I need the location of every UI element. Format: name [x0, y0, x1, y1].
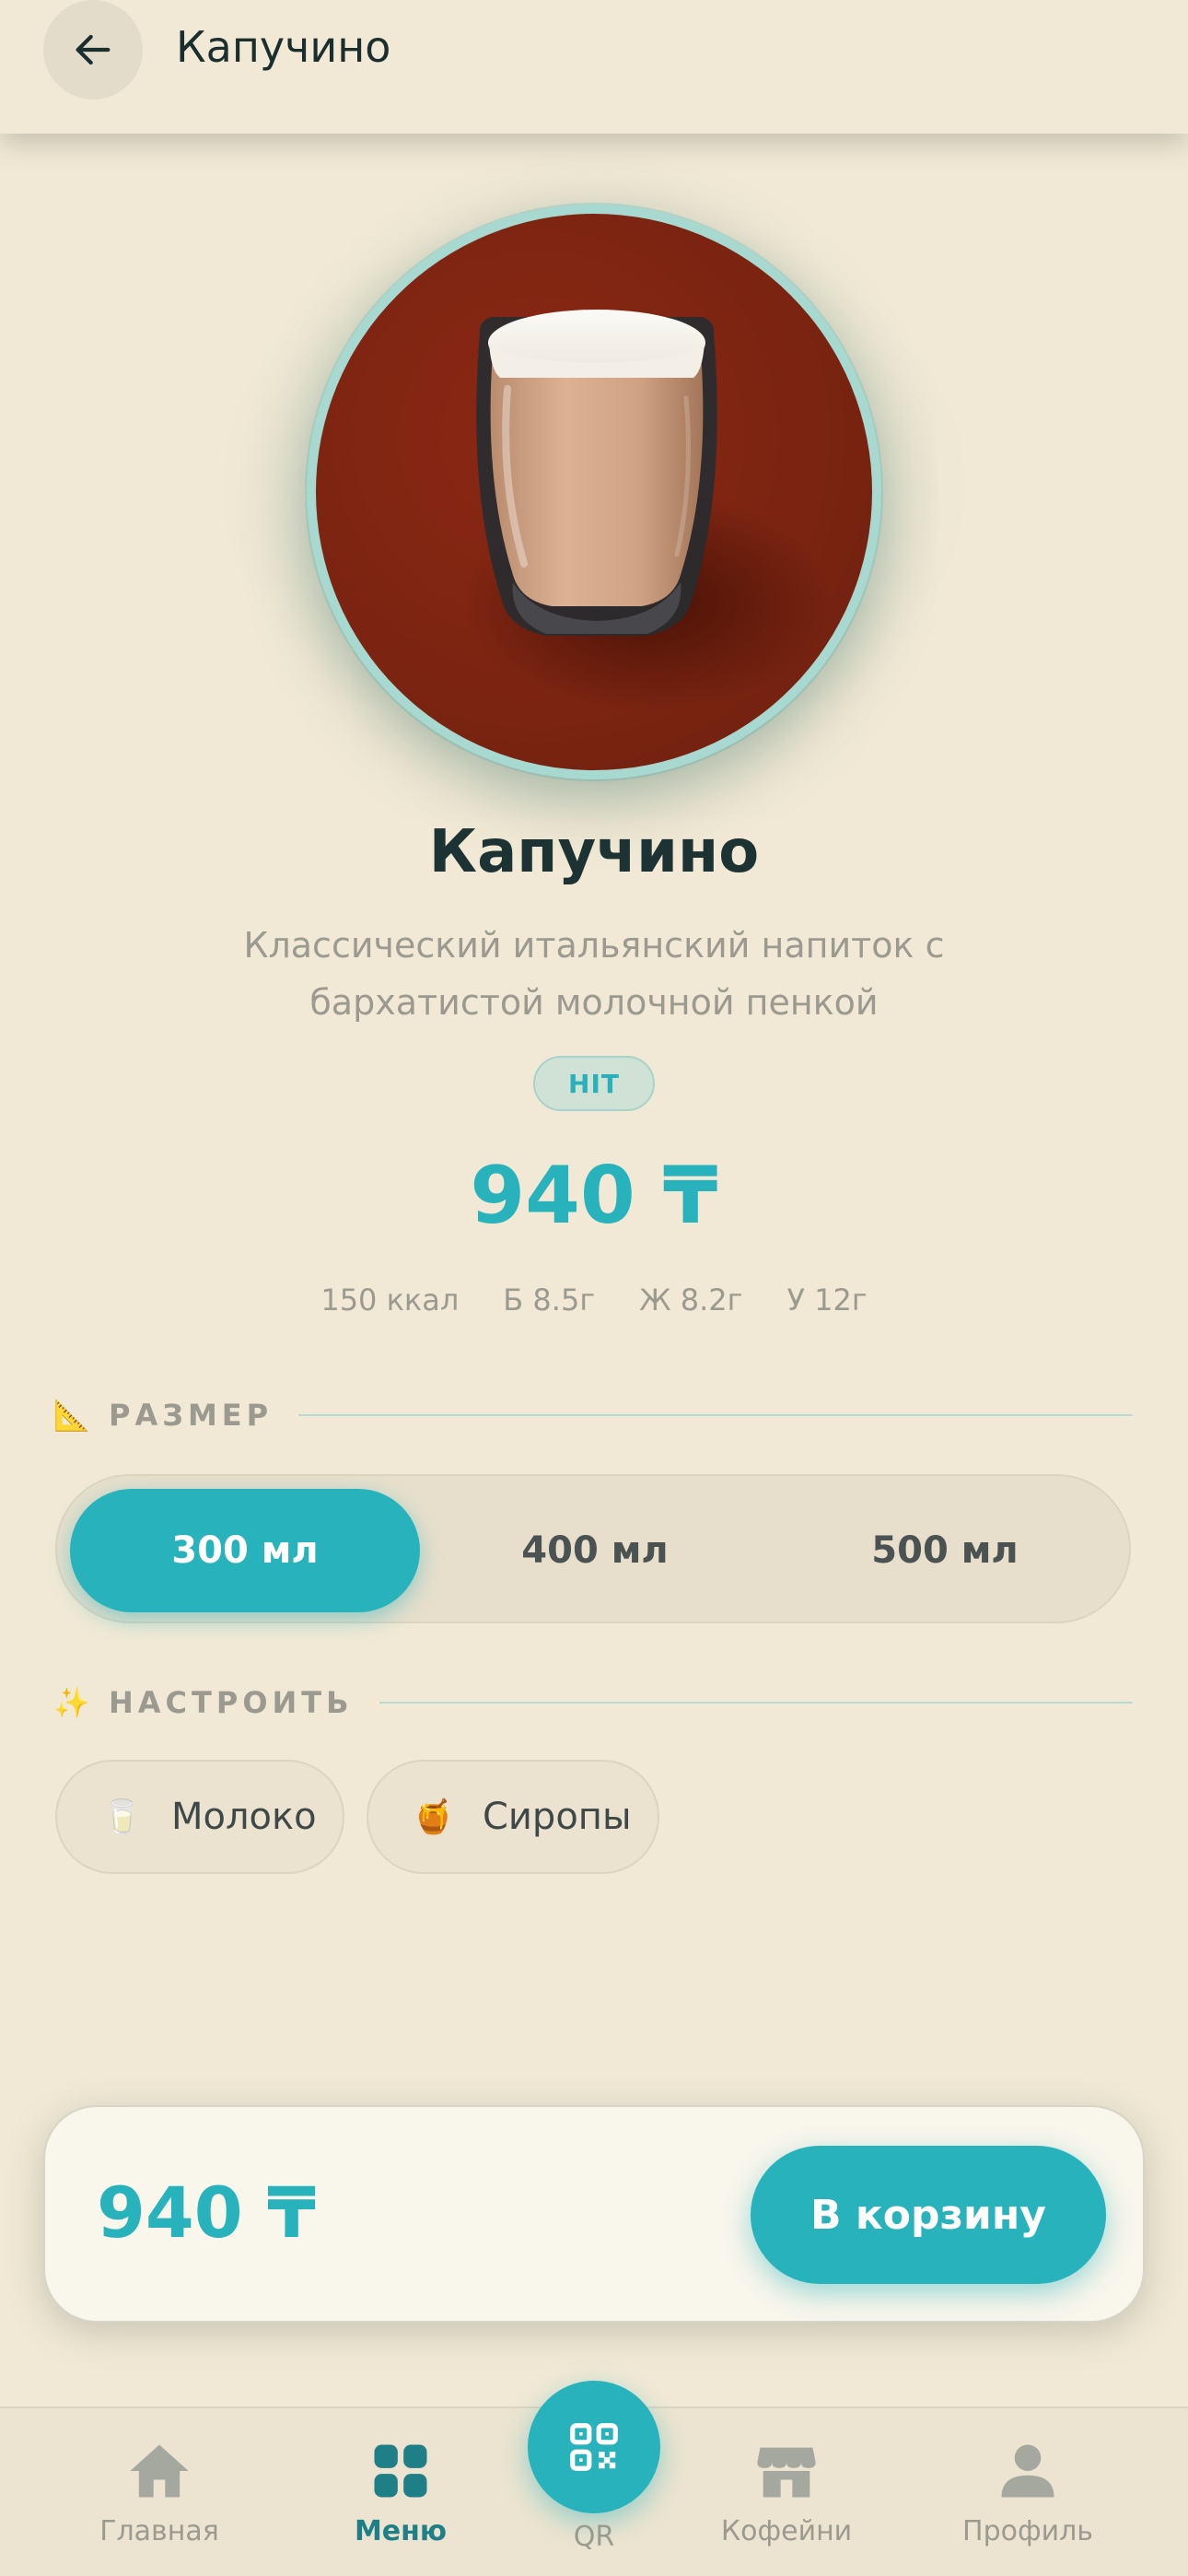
product-name: Капучино [428, 818, 760, 886]
add-to-cart-button[interactable]: В корзину [751, 2146, 1106, 2284]
qr-code-icon [570, 2423, 618, 2471]
product-photo [316, 214, 872, 770]
qr-scan-button[interactable] [528, 2381, 660, 2513]
chip-label: Сиропы [483, 1796, 632, 1838]
add-to-cart-bar: 940 ₸ В корзину [43, 2105, 1145, 2323]
nutrition-protein: Б 8.5г [503, 1282, 596, 1317]
page-title: Капучино [176, 22, 391, 72]
back-button[interactable] [43, 0, 143, 100]
home-icon [130, 2444, 189, 2498]
milk-option-chip[interactable]: 🥛 Молоко [55, 1760, 344, 1874]
nav-profile-label: Профиль [962, 2515, 1093, 2547]
store-icon [757, 2447, 816, 2498]
nav-profile[interactable]: Профиль [936, 2436, 1120, 2565]
size-option-400[interactable]: 400 мл [420, 1489, 770, 1612]
chip-label: Молоко [171, 1796, 317, 1838]
size-section-label: РАЗМЕР [109, 1398, 274, 1433]
customize-section-header: ✨ НАСТРОИТЬ [53, 1680, 1133, 1726]
nutrition-facts: 150 ккал Б 8.5г Ж 8.2г У 12г [0, 1282, 1188, 1317]
section-divider [379, 1702, 1133, 1704]
nav-menu-label: Меню [354, 2515, 448, 2547]
product-price: 940 ₸ [470, 1150, 718, 1242]
top-bar: Капучино [0, 0, 1188, 134]
product-detail-screen: Капучино Капучино Классический итальянск… [0, 0, 1188, 2576]
honey-pot-icon: 🍯 [413, 1798, 454, 1836]
grid-icon [374, 2444, 427, 2498]
milk-glass-icon: 🥛 [101, 1798, 143, 1836]
person-icon [1001, 2444, 1054, 2498]
customize-section-label: НАСТРОИТЬ [109, 1685, 354, 1720]
nav-qr-label: QR [573, 2521, 615, 2553]
arrow-left-icon [76, 34, 111, 65]
product-description: Классический итальянский напиток с барха… [243, 925, 945, 1023]
nutrition-fat: Ж 8.2г [639, 1282, 743, 1317]
nutrition-carbs: У 12г [786, 1282, 868, 1317]
syrups-option-chip[interactable]: 🍯 Сиропы [367, 1760, 659, 1874]
cart-total-price: 940 ₸ [97, 2172, 316, 2254]
size-option-300[interactable]: 300 мл [70, 1489, 420, 1612]
ruler-icon: 📐 [53, 1398, 90, 1433]
nav-home-label: Главная [99, 2515, 219, 2547]
size-section-header: 📐 РАЗМЕР [53, 1392, 1133, 1438]
nav-menu[interactable]: Меню [309, 2436, 493, 2565]
nutrition-calories: 150 ккал [320, 1282, 460, 1317]
nav-home[interactable]: Главная [67, 2436, 251, 2565]
size-option-500[interactable]: 500 мл [770, 1489, 1120, 1612]
sparkles-icon: ✨ [53, 1685, 90, 1720]
nav-coffee-shops[interactable]: Кофейни [694, 2436, 879, 2565]
cappuccino-glass-illustration [463, 310, 832, 711]
nav-coffee-shops-label: Кофейни [720, 2515, 853, 2547]
size-selector: 300 мл 400 мл 500 мл [55, 1474, 1131, 1623]
hit-badge: HIT [533, 1056, 655, 1111]
section-divider [298, 1414, 1133, 1416]
